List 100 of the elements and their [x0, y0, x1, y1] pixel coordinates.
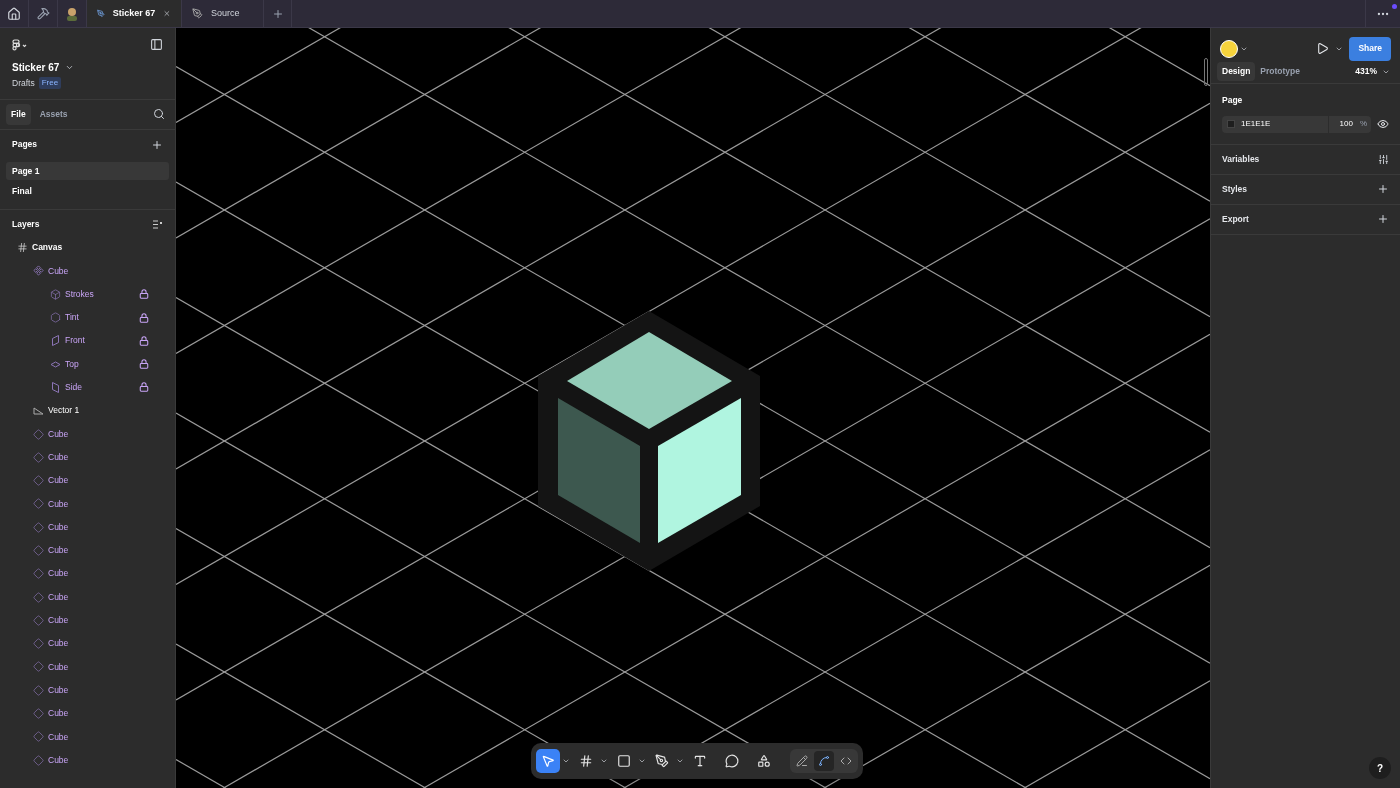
panel-tab[interactable]: Assets [34, 103, 73, 125]
layer-row[interactable]: Tint [0, 305, 175, 330]
close-icon[interactable] [163, 8, 171, 19]
layer-row[interactable]: Cube [0, 515, 175, 539]
search-icon[interactable] [153, 108, 165, 121]
shapes-icon [757, 754, 771, 768]
layer-row[interactable]: Cube [0, 445, 175, 469]
layer-name: Cube [48, 753, 69, 767]
percent-unit: % [1359, 118, 1367, 131]
lock-icon[interactable] [139, 289, 149, 300]
layer-row[interactable]: Cube [0, 562, 175, 586]
layer-name: Cube [48, 450, 69, 464]
eye-icon[interactable] [1377, 118, 1389, 131]
layer-row[interactable]: Cube [0, 748, 175, 772]
color-field[interactable]: 1E1E1E 100 % [1222, 115, 1371, 133]
layer-name: Cube [48, 707, 69, 720]
layer-name: Cube [48, 590, 69, 604]
layer-row[interactable]: Cube [0, 608, 175, 633]
sliders-icon[interactable] [1378, 153, 1389, 165]
layer-row[interactable]: Canvas [0, 236, 175, 260]
chevron-icon[interactable] [65, 63, 75, 72]
layer-row[interactable]: Front [0, 329, 175, 353]
caret-icon[interactable] [600, 757, 608, 765]
vector-icon [32, 406, 44, 415]
layer-row[interactable]: Cube [0, 585, 175, 609]
text-icon [693, 754, 707, 768]
layer-name: Cube [48, 544, 69, 557]
scrollbar-thumb[interactable] [1204, 58, 1208, 86]
pencil-icon [796, 755, 808, 767]
add-icon[interactable] [1377, 213, 1389, 226]
layer-row[interactable]: Cube [0, 422, 175, 446]
help-button[interactable]: ? [1369, 757, 1391, 779]
layer-row[interactable]: Side [0, 375, 175, 400]
section-title: Layers [12, 218, 40, 231]
page-item[interactable]: Page 1 [6, 162, 169, 180]
layer-row[interactable]: Cube [0, 468, 175, 493]
tab-label: Sticker 67 [112, 6, 156, 20]
layer-row[interactable]: Cube [0, 725, 175, 749]
layer-row[interactable]: Strokes [0, 282, 175, 306]
layer-row[interactable]: Cube [0, 655, 175, 679]
layer-row[interactable]: Cube [0, 701, 175, 726]
panel-tab[interactable]: Design [1217, 62, 1256, 81]
lock-icon[interactable] [139, 359, 149, 370]
lock-icon[interactable] [139, 335, 149, 346]
rhombus-icon [49, 360, 61, 368]
section-title: Styles [1222, 182, 1248, 196]
color-swatch[interactable] [1227, 120, 1235, 129]
file-icon [192, 8, 203, 19]
pen-icon [655, 754, 669, 768]
instance-icon [32, 638, 44, 650]
logo-icon[interactable] [12, 38, 27, 51]
layer-name: Cube [48, 683, 69, 697]
layer-row[interactable]: Cube [0, 538, 175, 563]
user-avatar[interactable] [1220, 39, 1238, 58]
file-icon [97, 8, 105, 19]
section-title: Export [1222, 212, 1249, 226]
rectangle-icon [617, 754, 631, 768]
layer-name: Front [65, 334, 85, 348]
panel-tab[interactable]: File [6, 103, 31, 125]
sidebar-toggle-icon[interactable] [150, 38, 163, 51]
layer-name: Strokes [65, 287, 94, 301]
avatar-icon [66, 6, 78, 21]
caret-icon[interactable] [562, 757, 570, 765]
instance-icon [32, 754, 44, 766]
play-icon[interactable] [1316, 42, 1330, 55]
lock-icon[interactable] [139, 382, 149, 393]
instance-icon [32, 731, 44, 743]
layer-row[interactable]: Cube [0, 492, 175, 516]
list-icon[interactable] [152, 220, 163, 229]
layer-name: Cube [48, 520, 69, 534]
page-item[interactable]: Final [6, 182, 169, 201]
new-tab-icon[interactable] [271, 7, 284, 20]
layer-name: Cube [48, 660, 69, 674]
layer-row[interactable]: Top [0, 352, 175, 376]
instance-icon [32, 684, 44, 696]
add-page-icon[interactable] [151, 138, 163, 151]
instance-icon [32, 498, 44, 510]
tool-button[interactable] [536, 749, 560, 773]
document-tab[interactable]: Sticker 67 [87, 0, 182, 27]
caret-icon[interactable] [676, 757, 684, 765]
layer-name: Cube [48, 730, 69, 744]
lock-icon[interactable] [139, 312, 149, 323]
layer-name: Cube [48, 614, 69, 627]
hex-value: 1E1E1E [1241, 118, 1272, 131]
panel-tab[interactable]: Prototype [1255, 62, 1305, 81]
cube-icon [49, 288, 61, 300]
layer-name: Cube [48, 567, 69, 581]
layer-row[interactable]: Cube [0, 678, 175, 702]
add-icon[interactable] [1377, 183, 1389, 196]
zoom-level[interactable]: 431% [1355, 65, 1377, 78]
design-icon [818, 755, 830, 767]
instance-icon [32, 545, 44, 556]
caret-icon[interactable] [638, 757, 646, 765]
mode-button[interactable] [814, 751, 834, 771]
document-tab[interactable]: Source [182, 0, 264, 27]
hammer-icon [36, 7, 50, 20]
layer-row[interactable]: Vector 1 [0, 399, 175, 423]
layer-row[interactable]: Cube [0, 259, 175, 283]
share-button[interactable]: Share [1349, 36, 1391, 61]
layer-row[interactable]: Cube [0, 632, 175, 656]
